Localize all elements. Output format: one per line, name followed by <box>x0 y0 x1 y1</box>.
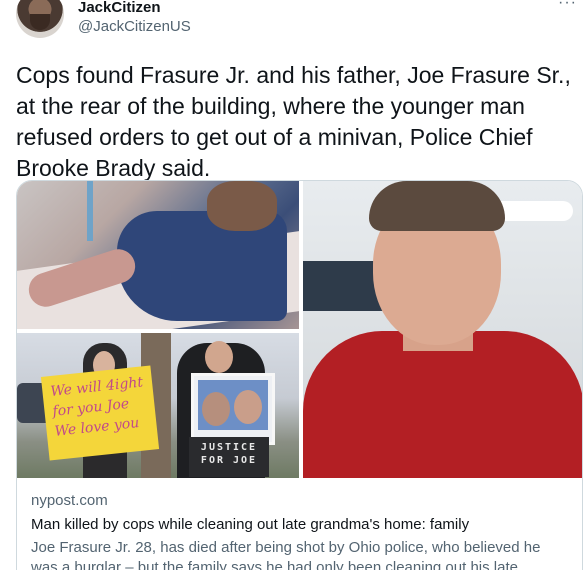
hospital-photo <box>17 181 299 329</box>
justice-sign: JUSTICE FOR JOE <box>189 437 269 477</box>
patient-head <box>207 181 277 231</box>
selfie-photo <box>303 181 582 478</box>
background-screens <box>303 261 383 311</box>
card-description: Joe Frasure Jr. 28, has died after being… <box>31 539 541 570</box>
tweet-text: Cops found Frasure Jr. and his father, J… <box>16 62 571 181</box>
man-face <box>205 341 233 373</box>
card-headline: Man killed by cops while cleaning out la… <box>31 516 470 533</box>
portrait-face-left <box>202 392 230 426</box>
author-handle[interactable]: @JackCitizenUS <box>78 18 191 35</box>
avatar[interactable] <box>16 0 64 38</box>
card-domain: nypost.com <box>31 492 108 509</box>
iv-pole <box>87 181 93 241</box>
more-options-icon[interactable]: ··· <box>558 0 577 12</box>
red-shirt <box>303 331 582 478</box>
avatar-beard <box>30 14 50 30</box>
yellow-protest-sign: We will 4ight for you Joe We love you <box>40 365 160 461</box>
hair <box>369 181 505 231</box>
vigil-photo: We will 4ight for you Joe We love you JU… <box>17 333 299 478</box>
link-card[interactable]: We will 4ight for you Joe We love you JU… <box>16 180 583 570</box>
portrait-sign <box>191 373 275 445</box>
portrait-face-right <box>234 390 262 424</box>
card-meta[interactable]: nypost.com Man killed by cops while clea… <box>17 481 582 570</box>
author-display-name[interactable]: JackCitizen <box>78 0 161 16</box>
